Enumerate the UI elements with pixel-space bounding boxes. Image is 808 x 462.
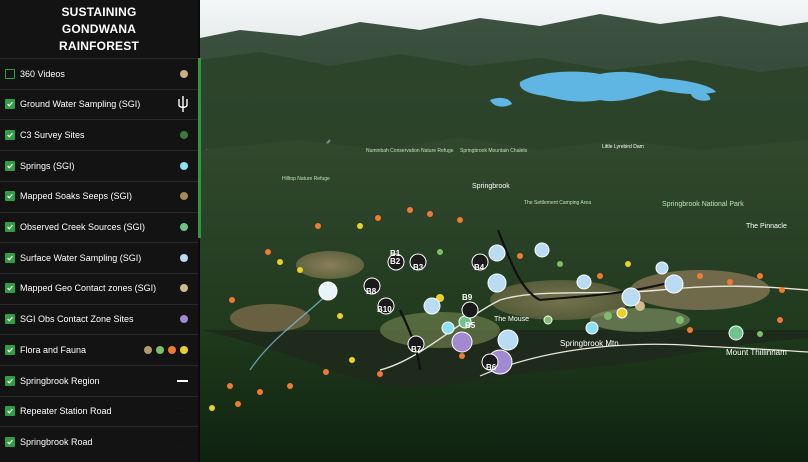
place-label: Mount Thillinnam	[726, 348, 787, 357]
legend-swatch	[180, 315, 188, 324]
layer-label: Ground Water Sampling (SGI)	[20, 99, 141, 110]
layer-checkbox[interactable]	[5, 160, 15, 171]
place-label: The Settlement Camping Area	[524, 200, 591, 206]
layer-label: Mapped Soaks Seeps (SGI)	[20, 191, 133, 202]
layer-label: Springbrook Region	[20, 375, 100, 386]
layer-item[interactable]: Repeater Station Road	[0, 395, 198, 426]
layer-label: Mapped Geo Contact zones (SGI)	[20, 283, 157, 294]
layer-label: C3 Survey Sites	[20, 129, 85, 140]
site-marker: B5	[465, 321, 476, 330]
place-label: Springbrook	[472, 183, 510, 190]
layer-item[interactable]: Ground Water Sampling (SGI)	[0, 88, 198, 119]
layer-checkbox[interactable]	[5, 68, 15, 79]
legend-swatch	[177, 379, 188, 382]
place-label: Springbrook Mtn	[560, 339, 619, 348]
legend-dot	[180, 315, 188, 324]
layer-item[interactable]: Flora and Fauna	[0, 334, 198, 364]
legend-swatch	[177, 410, 188, 413]
legend-dot	[156, 345, 164, 354]
site-marker: B1	[390, 249, 401, 258]
legend-swatch	[144, 345, 188, 354]
scrollbar[interactable]	[198, 58, 201, 238]
legend-swatch	[180, 161, 188, 170]
place-label: The Mouse	[494, 316, 529, 323]
layer-label: SGI Obs Contact Zone Sites	[20, 314, 134, 325]
place-label: The Pinnacle	[746, 223, 787, 230]
layer-checkbox[interactable]	[5, 129, 15, 140]
place-label: Hilltop Nature Refuge	[282, 176, 330, 182]
legend-swatch	[177, 440, 188, 443]
layer-item[interactable]: Springbrook Region	[0, 365, 198, 395]
layer-checkbox[interactable]	[5, 344, 15, 355]
panel-title: SUSTAINING GONDWANA RAINFOREST	[59, 4, 139, 53]
layer-panel: SUSTAINING GONDWANA RAINFOREST 360 Video…	[0, 0, 201, 462]
layer-item[interactable]: C3 Survey Sites	[0, 119, 198, 149]
legend-dot	[180, 253, 188, 262]
site-marker: B7	[411, 345, 422, 354]
legend-dot	[180, 284, 188, 293]
place-label: Springbrook National Park	[662, 201, 744, 208]
layer-label: 360 Videos	[20, 68, 65, 79]
layer-checkbox[interactable]	[5, 222, 15, 232]
layer-label: Springs (SGI)	[20, 160, 75, 171]
legend-dot	[180, 130, 188, 139]
layer-label: Flora and Fauna	[20, 344, 87, 355]
legend-dot	[144, 345, 152, 354]
layer-checkbox[interactable]	[5, 283, 15, 294]
layer-checkbox[interactable]	[5, 252, 15, 263]
legend-dot	[180, 161, 188, 170]
layer-item[interactable]: Mapped Soaks Seeps (SGI)	[0, 180, 198, 211]
legend-dot	[180, 192, 188, 201]
layer-item[interactable]: SGI Obs Contact Zone Sites	[0, 303, 198, 334]
ground-water-icon	[174, 94, 192, 114]
layer-item[interactable]: Mapped Geo Contact zones (SGI)	[0, 272, 198, 303]
legend-swatch	[180, 223, 188, 231]
legend-swatch	[180, 192, 188, 201]
layer-checkbox[interactable]	[5, 99, 15, 110]
layer-checkbox[interactable]	[5, 406, 15, 417]
layer-item[interactable]: Observed Creek Sources (SGI)	[0, 211, 198, 242]
legend-swatch	[180, 69, 188, 78]
site-marker: B10	[377, 305, 392, 314]
legend-swatch	[180, 284, 188, 293]
legend-line	[177, 379, 188, 382]
legend-dot	[180, 345, 188, 354]
legend-dot	[180, 223, 188, 231]
place-label: Little Lyrebird Dam	[602, 144, 644, 150]
layer-label: Repeater Station Road	[20, 406, 112, 417]
legend-line	[177, 410, 188, 413]
layer-item[interactable]: Springbrook Road	[0, 426, 198, 456]
layer-item[interactable]: Springs (SGI)	[0, 150, 198, 180]
place-label: Numinbah Conservation Nature Refuge	[366, 148, 454, 154]
legend-swatch	[180, 253, 188, 262]
place-label: Springbrook Mountain Chalets	[460, 148, 528, 154]
legend-dot	[168, 345, 176, 354]
layer-checkbox[interactable]	[5, 191, 15, 202]
layer-label: Observed Creek Sources (SGI)	[20, 222, 146, 232]
layer-label: Springbrook Road	[20, 436, 93, 447]
legend-dot	[180, 69, 188, 78]
site-marker: B9	[462, 293, 473, 302]
layer-item[interactable]: 360 Videos	[0, 58, 198, 88]
legend-line	[177, 440, 188, 443]
layer-checkbox[interactable]	[5, 436, 15, 447]
layer-checkbox[interactable]	[5, 314, 15, 325]
site-marker: B3	[413, 263, 424, 272]
site-marker: B2	[390, 257, 401, 266]
layer-item[interactable]: Surface Water Sampling (SGI)	[0, 242, 198, 272]
layer-checkbox[interactable]	[5, 375, 15, 386]
legend-swatch	[180, 130, 188, 139]
site-marker: B4	[474, 263, 485, 272]
site-marker: B8	[366, 287, 377, 296]
site-marker: B6	[486, 363, 497, 372]
layer-label: Surface Water Sampling (SGI)	[20, 252, 142, 263]
